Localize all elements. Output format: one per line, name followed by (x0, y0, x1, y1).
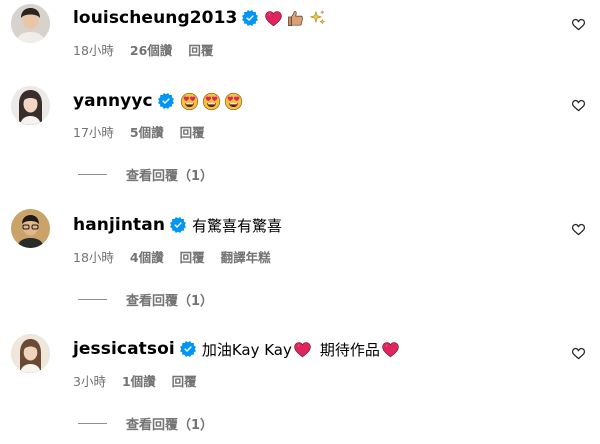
avatar[interactable] (11, 334, 50, 373)
translate-button[interactable]: 翻譯年糕 (221, 247, 271, 266)
reply-button[interactable]: 回覆 (172, 371, 197, 390)
like-count[interactable]: 26個讚 (130, 40, 172, 59)
username[interactable]: hanjintan (73, 215, 165, 235)
sparkles-emoji (308, 9, 327, 28)
reply-button[interactable]: 回覆 (188, 40, 213, 59)
timestamp[interactable]: 18小時 (73, 40, 114, 59)
comment-headline: jessicatsoi 加油Kay Kay 期待作品 (73, 337, 403, 361)
view-replies-button[interactable]: 查看回覆（1） (78, 165, 213, 184)
red-heart-emoji (381, 340, 400, 359)
avatar[interactable] (11, 209, 50, 248)
view-replies-button[interactable]: 查看回覆（1） (78, 290, 213, 309)
comment-text-part2: 期待作品 (319, 340, 380, 359)
comment-headline: hanjintan 有驚喜有驚喜 (73, 213, 282, 237)
timestamp[interactable]: 18小時 (73, 247, 114, 266)
username[interactable]: louischeung2013 (73, 8, 237, 28)
timestamp[interactable]: 17小時 (73, 122, 114, 141)
divider-line (78, 174, 107, 175)
thumbs-up-emoji (286, 9, 305, 28)
like-heart-icon[interactable] (571, 222, 586, 237)
view-replies-label[interactable]: 查看回覆（1） (126, 165, 213, 184)
like-heart-icon[interactable] (571, 346, 586, 361)
comment-meta: 3小時 1個讚 回覆 (73, 371, 213, 390)
comment-meta: 18小時 4個讚 回覆 翻譯年糕 (73, 247, 287, 266)
avatar[interactable] (11, 86, 50, 125)
timestamp[interactable]: 3小時 (73, 371, 106, 390)
reply-button[interactable]: 回覆 (180, 247, 205, 266)
comment-meta: 17小時 5個讚 回覆 (73, 122, 221, 141)
like-count[interactable]: 5個讚 (130, 122, 164, 141)
verified-badge-icon (180, 341, 196, 357)
divider-line (78, 423, 107, 424)
comment-headline: louischeung2013 (73, 6, 330, 30)
verified-badge-icon (158, 93, 174, 109)
heart-eyes-emoji (202, 92, 221, 111)
divider-line (78, 299, 107, 300)
comment-headline: yannyyc (73, 89, 246, 113)
username[interactable]: yannyyc (73, 91, 153, 111)
comment-text: 有驚喜有驚喜 (192, 216, 283, 235)
like-count[interactable]: 4個讚 (130, 247, 164, 266)
heart-eyes-emoji (180, 92, 199, 111)
comment-text-part1: 加油Kay Kay (201, 340, 292, 359)
username[interactable]: jessicatsoi (73, 339, 175, 359)
avatar[interactable] (11, 4, 50, 43)
view-replies-label[interactable]: 查看回覆（1） (126, 414, 213, 433)
comment-text: 加油Kay Kay 期待作品 (202, 339, 403, 360)
red-heart-emoji (264, 9, 283, 28)
like-heart-icon[interactable] (571, 17, 586, 32)
verified-badge-icon (170, 217, 186, 233)
view-replies-label[interactable]: 查看回覆（1） (126, 290, 213, 309)
like-count[interactable]: 1個讚 (122, 371, 156, 390)
verified-badge-icon (242, 10, 258, 26)
heart-eyes-emoji (224, 92, 243, 111)
red-heart-emoji (293, 340, 312, 359)
reply-button[interactable]: 回覆 (180, 122, 205, 141)
view-replies-button[interactable]: 查看回覆（1） (78, 414, 213, 433)
like-heart-icon[interactable] (571, 98, 586, 113)
comment-meta: 18小時 26個讚 回覆 (73, 40, 229, 59)
